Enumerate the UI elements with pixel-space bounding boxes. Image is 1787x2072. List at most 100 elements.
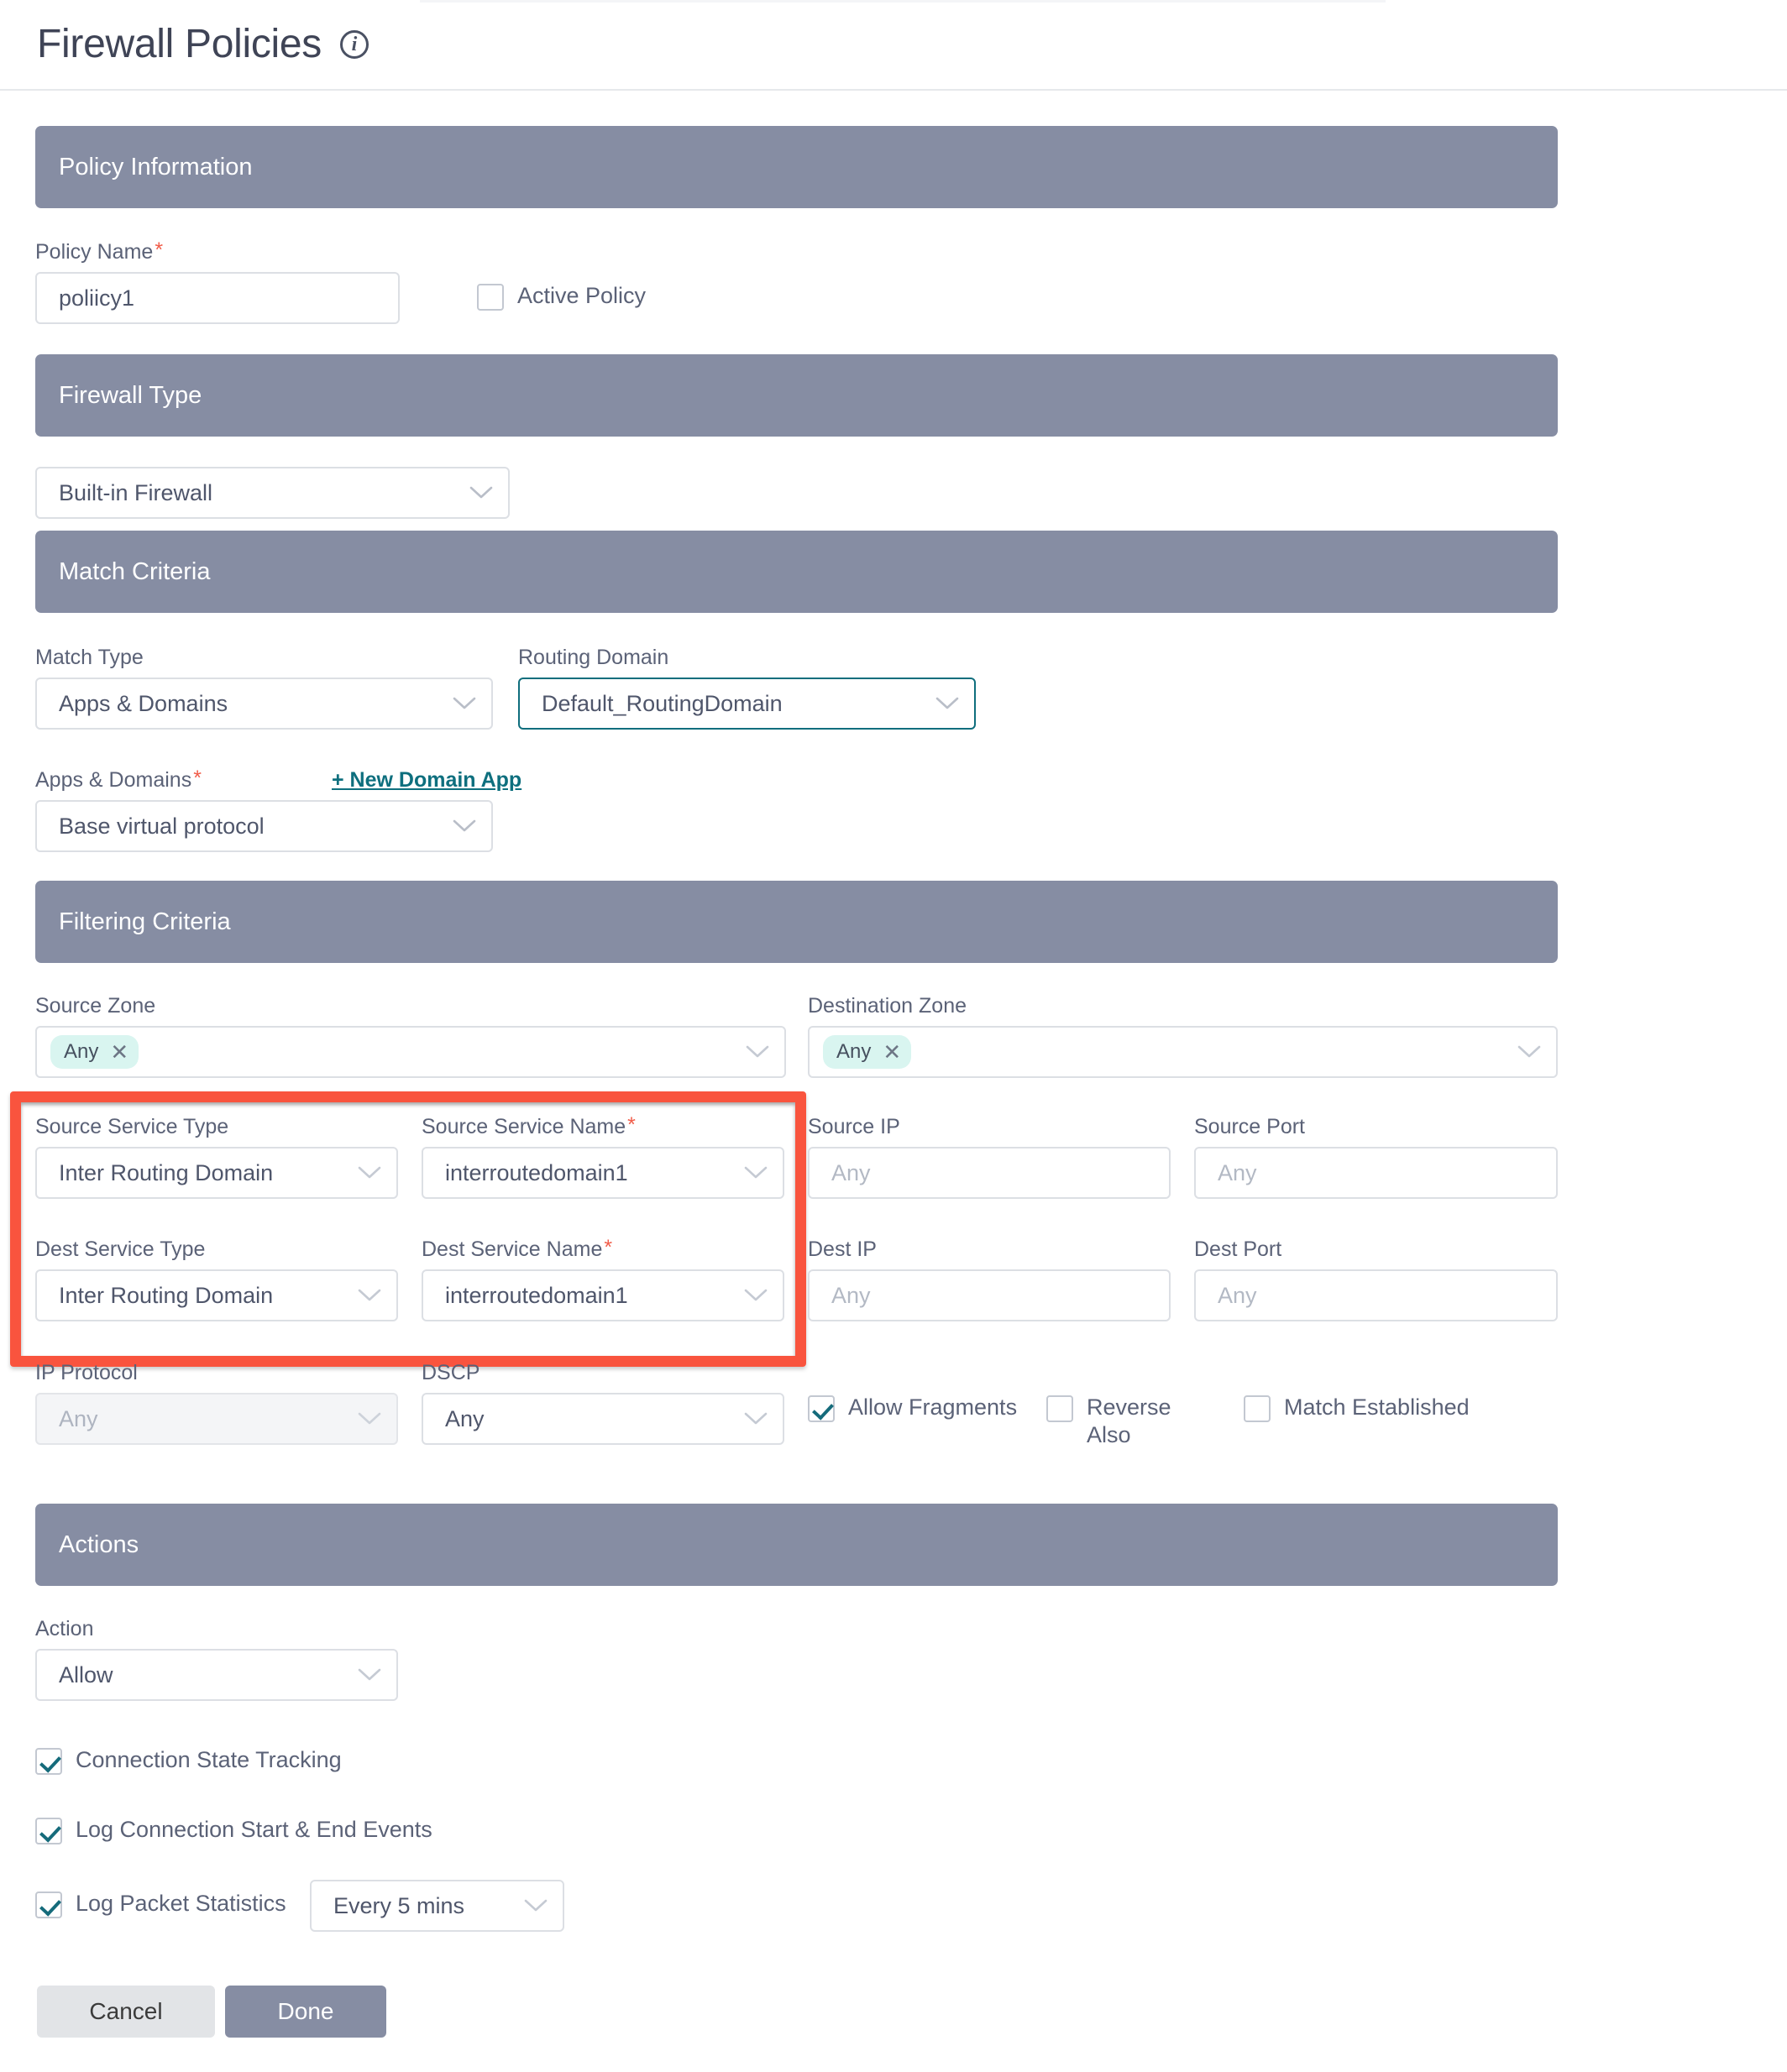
apps-domains-label-wrap: Apps & Domains* [35, 767, 202, 794]
dest-service-type-value: Inter Routing Domain [59, 1282, 274, 1308]
required-asterisk: * [627, 1113, 636, 1137]
active-policy-checkbox-row[interactable]: Active Policy [477, 282, 646, 311]
policy-name-input[interactable]: poliicy1 [35, 272, 400, 324]
action-value: Allow [59, 1661, 113, 1687]
dest-port-placeholder: Any [1218, 1282, 1257, 1308]
required-asterisk: * [604, 1236, 613, 1259]
section-header-match-criteria: Match Criteria [35, 531, 1558, 613]
ip-protocol-value: Any [59, 1405, 98, 1431]
chevron-down-icon [358, 1411, 381, 1426]
destination-zone-chip[interactable]: Any ✕ [823, 1035, 912, 1069]
active-policy-checkbox[interactable] [477, 284, 504, 311]
dest-ip-input[interactable]: Any [808, 1269, 1171, 1321]
source-service-name-select[interactable]: interroutedomain1 [422, 1147, 784, 1199]
firewall-policies-page: Firewall Policies i Policy Information P… [0, 0, 1787, 2072]
done-button[interactable]: Done [225, 1986, 386, 2038]
match-established-checkbox[interactable] [1244, 1395, 1271, 1422]
policy-name-label-wrap: Policy Name* [35, 238, 163, 266]
chevron-down-icon [744, 1411, 768, 1426]
source-service-type-select[interactable]: Inter Routing Domain [35, 1147, 398, 1199]
ip-protocol-label: IP Protocol [35, 1361, 138, 1384]
source-service-name-label: Source Service Name [422, 1115, 626, 1138]
section-header-policy-information: Policy Information [35, 126, 1558, 208]
chevron-down-icon [935, 696, 959, 711]
destination-zone-multiselect[interactable]: Any ✕ [808, 1026, 1558, 1078]
log-packet-statistics-label: Log Packet Statistics [76, 1891, 286, 1916]
match-established-label: Match Established [1284, 1394, 1470, 1420]
firewall-type-select[interactable]: Built-in Firewall [35, 467, 510, 519]
source-port-input[interactable]: Any [1194, 1147, 1558, 1199]
log-packet-interval-value: Every 5 mins [333, 1892, 465, 1918]
apps-domains-select[interactable]: Base virtual protocol [35, 800, 493, 852]
source-ip-placeholder: Any [831, 1159, 871, 1185]
reverse-also-checkbox[interactable] [1046, 1395, 1073, 1422]
source-zone-chip-label: Any [64, 1040, 99, 1063]
policy-name-value: poliicy1 [59, 285, 135, 311]
action-label: Action [35, 1617, 94, 1640]
section-title: Match Criteria [59, 557, 211, 585]
match-established-checkbox-row[interactable]: Match Established [1244, 1394, 1470, 1422]
section-title: Policy Information [59, 153, 253, 181]
remove-chip-icon[interactable]: ✕ [110, 1041, 128, 1063]
action-select[interactable]: Allow [35, 1649, 398, 1701]
dscp-value: Any [445, 1405, 485, 1431]
match-type-select[interactable]: Apps & Domains [35, 678, 493, 730]
allow-fragments-checkbox[interactable] [808, 1395, 835, 1422]
source-zone-multiselect[interactable]: Any ✕ [35, 1026, 786, 1078]
section-header-actions: Actions [35, 1504, 1558, 1586]
routing-domain-select[interactable]: Default_RoutingDomain [518, 678, 976, 730]
destination-zone-chip-label: Any [836, 1040, 872, 1063]
dest-ip-label: Dest IP [808, 1237, 877, 1261]
allow-fragments-checkbox-row[interactable]: Allow Fragments [808, 1394, 1017, 1422]
log-packet-interval-select[interactable]: Every 5 mins [310, 1880, 564, 1932]
dest-service-type-label: Dest Service Type [35, 1237, 206, 1261]
destination-zone-label: Destination Zone [808, 994, 967, 1018]
connection-state-tracking-row[interactable]: Connection State Tracking [35, 1746, 342, 1775]
dest-service-name-value: interroutedomain1 [445, 1282, 628, 1308]
chevron-down-icon [358, 1667, 381, 1682]
page-title: Firewall Policies [37, 22, 322, 66]
page-header: Firewall Policies i [0, 0, 1787, 91]
chevron-down-icon [1517, 1044, 1541, 1060]
active-policy-label: Active Policy [517, 283, 647, 308]
reverse-also-label: Reverse Also [1087, 1394, 1171, 1447]
source-service-name-value: interroutedomain1 [445, 1159, 628, 1185]
chevron-down-icon [358, 1288, 381, 1303]
source-ip-label: Source IP [808, 1115, 900, 1138]
policy-name-label: Policy Name [35, 240, 154, 264]
match-type-value: Apps & Domains [59, 690, 228, 716]
source-port-label: Source Port [1194, 1115, 1306, 1138]
connection-state-tracking-checkbox[interactable] [35, 1748, 62, 1775]
source-ip-input[interactable]: Any [808, 1147, 1171, 1199]
source-service-type-label: Source Service Type [35, 1115, 229, 1138]
apps-domains-value: Base virtual protocol [59, 813, 265, 839]
new-domain-app-link[interactable]: + New Domain App [332, 768, 521, 793]
source-service-name-label-wrap: Source Service Name* [422, 1113, 636, 1141]
routing-domain-value: Default_RoutingDomain [542, 690, 783, 716]
log-packet-statistics-row[interactable]: Log Packet Statistics [35, 1890, 286, 1918]
info-circle-icon[interactable]: i [340, 30, 369, 59]
required-asterisk: * [155, 238, 164, 262]
reverse-also-checkbox-row[interactable]: Reverse Also [1046, 1394, 1197, 1449]
source-zone-chip[interactable]: Any ✕ [50, 1035, 139, 1069]
log-connection-events-checkbox[interactable] [35, 1818, 62, 1844]
match-type-label: Match Type [35, 646, 144, 669]
section-header-firewall-type: Firewall Type [35, 354, 1558, 437]
chevron-down-icon [746, 1044, 769, 1060]
dscp-select[interactable]: Any [422, 1393, 784, 1445]
dest-port-input[interactable]: Any [1194, 1269, 1558, 1321]
remove-chip-icon[interactable]: ✕ [883, 1041, 901, 1063]
dest-service-name-select[interactable]: interroutedomain1 [422, 1269, 784, 1321]
section-title: Filtering Criteria [59, 908, 231, 935]
chevron-down-icon [469, 485, 493, 500]
allow-fragments-label: Allow Fragments [848, 1394, 1018, 1420]
cancel-button[interactable]: Cancel [37, 1986, 215, 2038]
log-packet-statistics-checkbox[interactable] [35, 1891, 62, 1918]
section-header-filtering-criteria: Filtering Criteria [35, 881, 1558, 963]
ip-protocol-select: Any [35, 1393, 398, 1445]
apps-domains-label: Apps & Domains [35, 768, 192, 792]
chevron-down-icon [453, 819, 476, 834]
dest-service-name-label: Dest Service Name [422, 1237, 603, 1261]
log-connection-events-row[interactable]: Log Connection Start & End Events [35, 1816, 432, 1844]
dest-service-type-select[interactable]: Inter Routing Domain [35, 1269, 398, 1321]
